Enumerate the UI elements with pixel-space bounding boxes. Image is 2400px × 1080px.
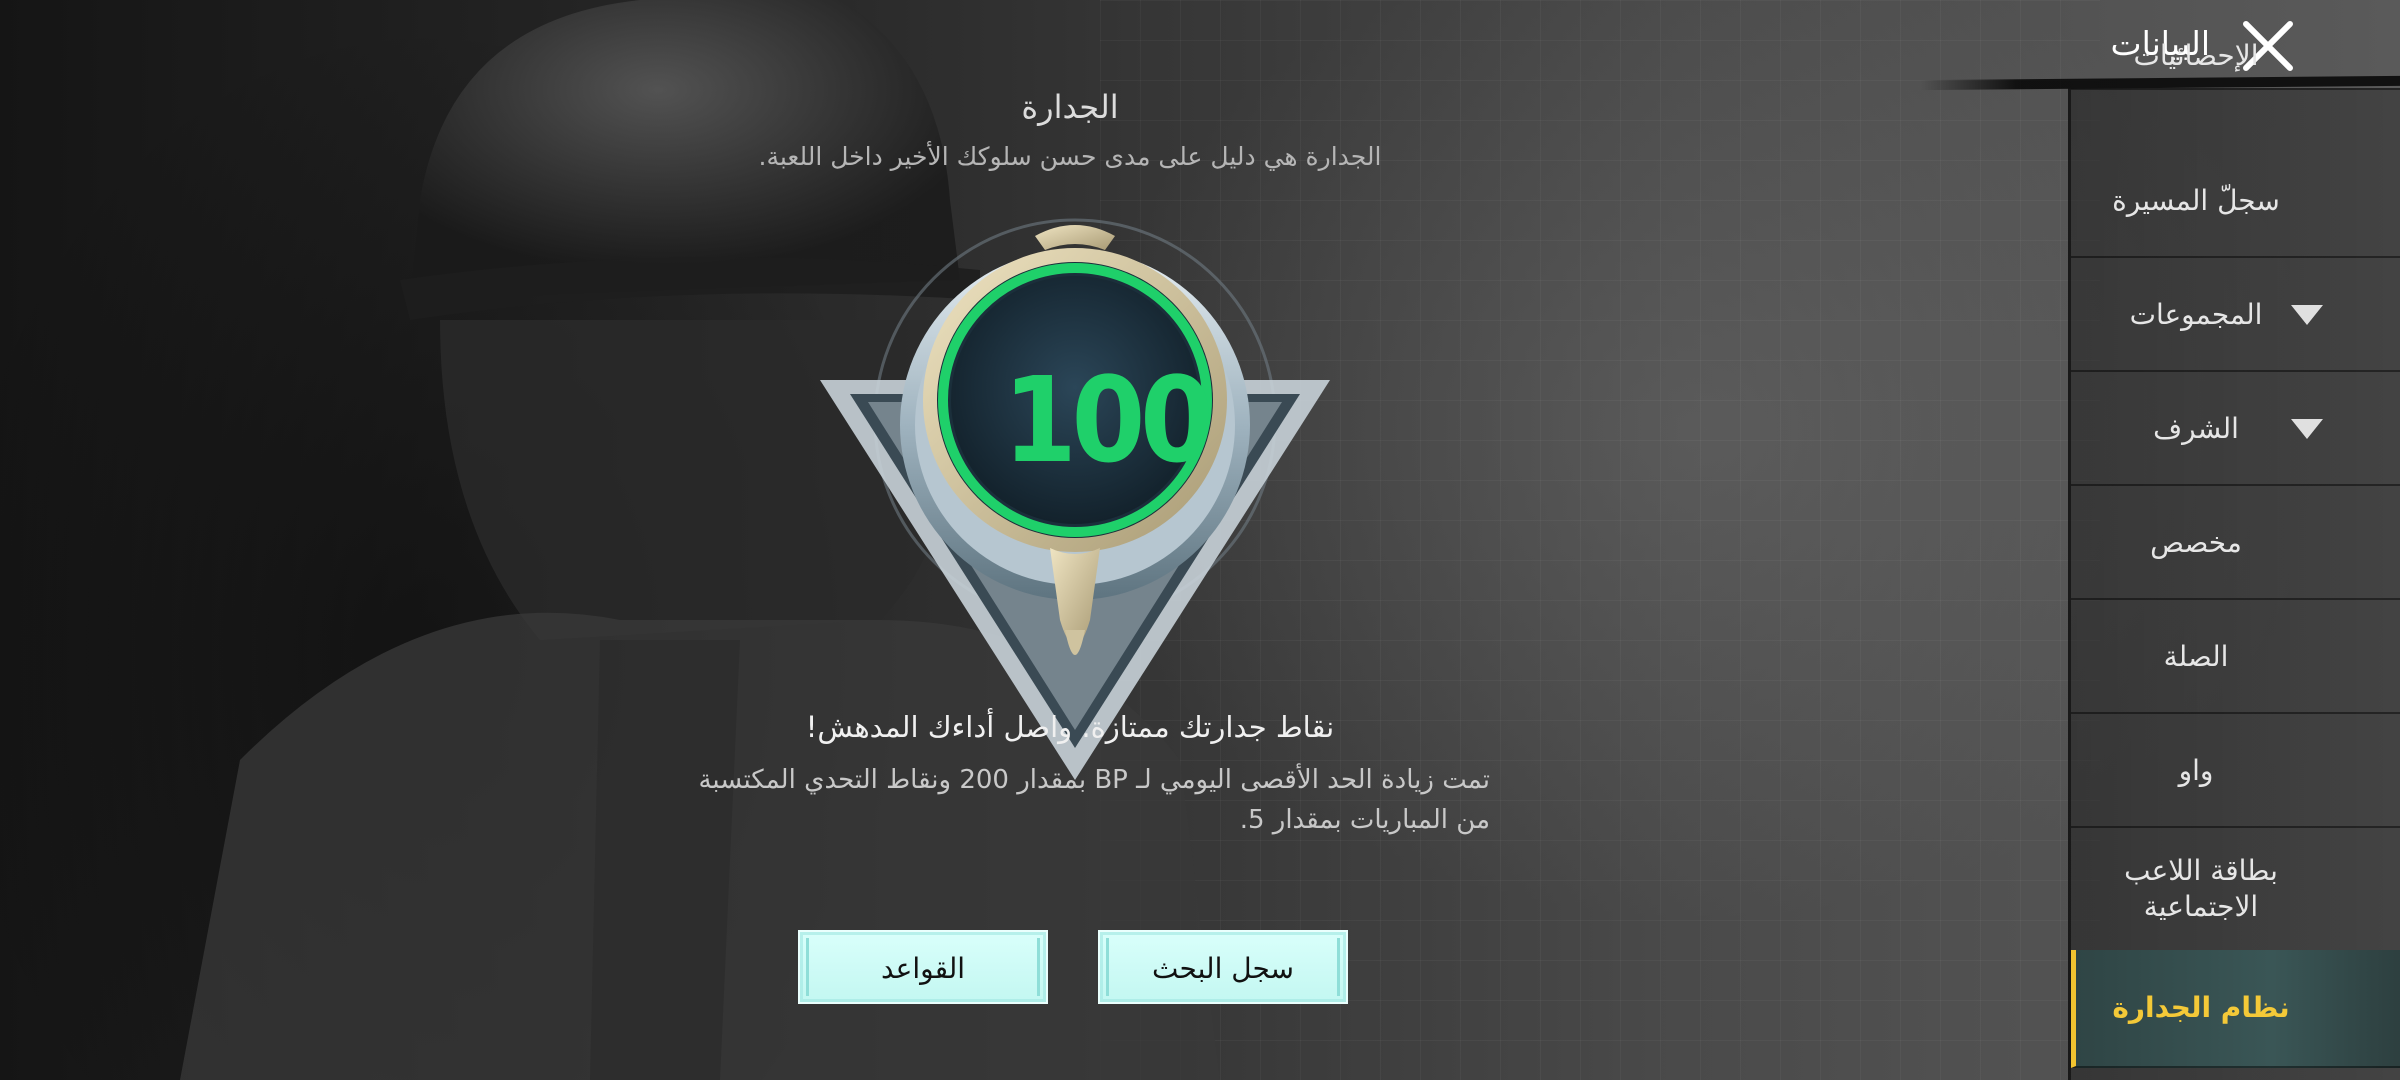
sidebar-item-honor[interactable]: الشرف <box>2071 373 2400 486</box>
merit-description: تمت زيادة الحد الأقصى اليومي لـ BP بمقدا… <box>698 765 1490 835</box>
merit-status-message: نقاط جدارتك ممتازة. واصل أداءك المدهش! <box>805 710 1335 744</box>
search-history-button[interactable]: سجل البحث <box>1098 930 1348 1004</box>
merit-subtitle: الجدارة هي دليل على مدى حسن سلوكك الأخير… <box>758 142 1382 171</box>
merit-score: 100 <box>1003 351 1214 489</box>
sidebar-item-label: الإحصائيات <box>2133 39 2259 72</box>
chevron-down-icon <box>2291 419 2323 439</box>
sidebar-item-label: نظام الجدارة <box>2112 991 2290 1024</box>
sidebar-item-social-card[interactable]: بطاقة اللاعب الاجتماعية <box>2071 829 2400 957</box>
sidebar-item-label: سجلّ المسيرة <box>2112 184 2280 217</box>
sidebar-item-label: واو <box>2178 754 2214 787</box>
sidebar-item-label: المجموعات <box>2129 298 2263 331</box>
sidebar-item-connection[interactable]: الصلة <box>2071 601 2400 714</box>
sidebar-item-label: بطاقة اللاعب الاجتماعية <box>2124 854 2278 923</box>
chevron-down-icon <box>2291 305 2323 325</box>
sidebar-item-label: الصلة <box>2163 640 2229 673</box>
sidebar-item-statistics[interactable]: الإحصائيات <box>2071 32 2400 90</box>
sidebar: الإحصائيات سجلّ المسيرة المجموعات الشرف … <box>2068 39 2400 1080</box>
rules-button[interactable]: القواعد <box>798 930 1048 1004</box>
sidebar-item-custom[interactable]: مخصص <box>2071 487 2400 600</box>
sidebar-item-merit-system[interactable]: نظام الجدارة <box>2071 950 2400 1068</box>
merit-title: الجدارة <box>1021 88 1119 126</box>
sidebar-item-label: الشرف <box>2153 412 2239 445</box>
sidebar-item-label: مخصص <box>2150 526 2242 559</box>
sidebar-item-career-log[interactable]: سجلّ المسيرة <box>2071 145 2400 258</box>
sidebar-item-wow[interactable]: واو <box>2071 715 2400 828</box>
sidebar-item-collections[interactable]: المجموعات <box>2071 259 2400 372</box>
